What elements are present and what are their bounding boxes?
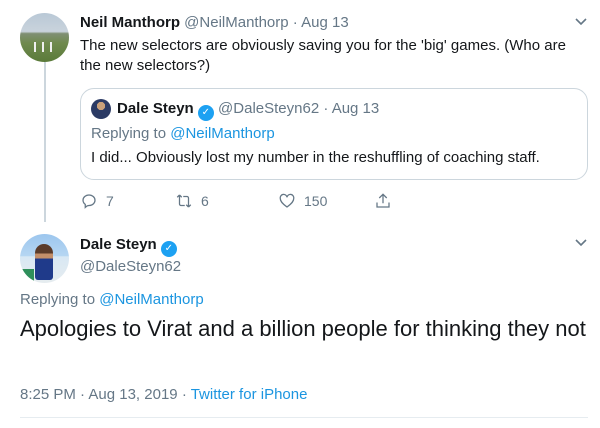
tweet-full-date[interactable]: Aug 13, 2019: [88, 386, 177, 403]
replying-to-link[interactable]: @NeilManthorp: [99, 291, 203, 308]
replying-prefix: Replying to: [20, 291, 96, 308]
chevron-down-icon[interactable]: [574, 16, 588, 30]
like-icon: [279, 193, 295, 208]
avatar-detail: [50, 42, 52, 52]
retweet-count: 6: [201, 193, 209, 209]
quoted-tweet[interactable]: Dale Steyn ✓ @DaleSteyn62 · Aug 13 Reply…: [80, 88, 588, 180]
thread-connector-line: [44, 62, 46, 222]
tweet-source-link[interactable]: Twitter for iPhone: [191, 386, 308, 403]
replying-to: Replying to @NeilManthorp: [91, 125, 275, 142]
tweet-time[interactable]: 8:25 PM: [20, 386, 76, 403]
reply-count: 7: [106, 193, 114, 209]
reply-button[interactable]: 7: [80, 192, 114, 210]
author-handle[interactable]: @DaleSteyn62: [80, 258, 181, 275]
avatar-detail: [42, 42, 44, 52]
author-name[interactable]: Neil Manthorp: [80, 14, 180, 31]
quote-text: I did... Obviously lost my number in the…: [91, 149, 540, 166]
replying-to: Replying to @NeilManthorp: [20, 291, 204, 308]
author-name: Dale Steyn: [117, 100, 194, 117]
like-button[interactable]: 150: [278, 192, 327, 210]
separator: ·: [292, 14, 298, 31]
tweet1-header: Neil Manthorp @NeilManthorp · Aug 13: [80, 14, 349, 31]
verified-badge-icon: ✓: [197, 105, 214, 121]
avatar-detail: [20, 269, 34, 283]
tweet-metadata: 8:25 PM · Aug 13, 2019 · Twitter for iPh…: [20, 386, 307, 403]
chevron-down-icon[interactable]: [574, 237, 588, 251]
share-button[interactable]: [374, 192, 400, 210]
avatar-neil-manthorp[interactable]: [20, 13, 69, 62]
avatar-dale-steyn-small: [91, 99, 111, 119]
verified-badge-icon: ✓: [160, 241, 177, 257]
replying-prefix: Replying to: [91, 125, 167, 142]
author-handle: @DaleSteyn62: [218, 100, 320, 117]
tweet-date[interactable]: Aug 13: [301, 14, 349, 31]
separator: ·: [181, 386, 187, 403]
quote-header: Dale Steyn ✓ @DaleSteyn62 · Aug 13: [117, 100, 379, 121]
reply-icon: [82, 194, 96, 209]
separator: ·: [80, 386, 86, 403]
like-count: 150: [304, 193, 328, 209]
retweet-icon: [176, 194, 192, 208]
tweet-text: The new selectors are obviously saving y…: [80, 37, 566, 74]
main-author-name-row: Dale Steyn ✓: [80, 236, 177, 257]
retweet-button[interactable]: 6: [175, 192, 209, 210]
share-icon: [376, 193, 390, 208]
tweet-date: Aug 13: [331, 100, 380, 117]
avatar-dale-steyn[interactable]: [20, 234, 69, 283]
author-handle[interactable]: @NeilManthorp: [184, 14, 288, 31]
author-name[interactable]: Dale Steyn: [80, 236, 157, 253]
avatar-detail: [35, 244, 53, 280]
divider: [20, 417, 588, 418]
separator: ·: [323, 100, 329, 117]
avatar-detail: [34, 42, 36, 52]
replying-to-link[interactable]: @NeilManthorp: [170, 125, 274, 142]
main-tweet-text: Apologies to Virat and a billion people …: [20, 316, 586, 341]
